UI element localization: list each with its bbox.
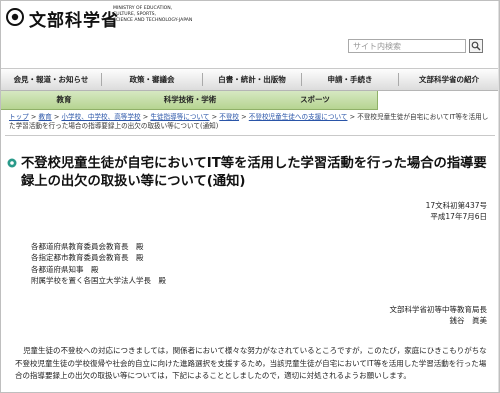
tab-education[interactable]: 教育	[1, 91, 127, 109]
gnav-item-policy[interactable]: 政策・審議会	[102, 69, 202, 90]
addressee-item: 各都道府県教育委員会教育長 殿	[31, 242, 144, 251]
breadcrumb-separator: >	[349, 113, 356, 121]
sender-organization: 文部科学省初等中等教育局長	[389, 305, 488, 314]
breadcrumb-separator: >	[30, 113, 37, 121]
breadcrumb-link-support[interactable]: 不登校児童生徒への支援について	[249, 113, 348, 121]
gnav-item-about[interactable]: 文部科学省の紹介	[399, 69, 499, 90]
page-title: 不登校児童生徒が自宅においてIT等を活用した学習活動を行った場合の指導要録上の出…	[21, 156, 487, 189]
site-search-input[interactable]: サイト内検索	[348, 39, 466, 53]
tab-sports[interactable]: スポーツ	[253, 91, 377, 109]
ministry-emblem-icon[interactable]	[6, 8, 24, 26]
gnav-item-press[interactable]: 会見・報道・お知らせ	[1, 69, 101, 90]
title-bullet-icon	[7, 158, 17, 168]
breadcrumb-link-top[interactable]: トップ	[9, 113, 29, 121]
breadcrumb-link-schools[interactable]: 小学校、中学校、高等学校	[61, 113, 140, 121]
sender-name: 銭谷 眞美	[449, 316, 488, 326]
global-nav: 会見・報道・お知らせ 政策・審議会 白書・統計・出版物 申請・手続き 文部科学省…	[1, 68, 499, 91]
addressee-item: 附属学校を置く各国立大学法人学長 殿	[31, 276, 166, 286]
browser-page: 文部科学省 MINISTRY OF EDUCATION, CULTURE, SP…	[0, 0, 500, 393]
document-number: 17文科初第437号	[425, 201, 487, 210]
gnav-item-applications[interactable]: 申請・手続き	[302, 69, 398, 90]
addressee-list: 各都道府県教育委員会教育長 殿 各指定都市教育委員会教育長 殿 各都道府県知事 …	[31, 241, 166, 287]
document-meta: 17文科初第437号 平成17年7月6日	[426, 200, 487, 222]
title-block: 不登校児童生徒が自宅においてIT等を活用した学習活動を行った場合の指導要録上の出…	[7, 155, 491, 191]
search-icon	[471, 41, 481, 51]
breadcrumb: トップ > 教育 > 小学校、中学校、高等学校 > 生徒指導等について > 不登…	[9, 113, 491, 131]
logo-sub-line: SCIENCE AND TECHNOLOGY-JAPAN	[113, 17, 193, 23]
tab-current[interactable]	[377, 91, 499, 110]
divider	[5, 135, 495, 136]
tab-science[interactable]: 科学技術・学術	[127, 91, 253, 109]
scrollbar[interactable]	[498, 1, 499, 392]
addressee-item: 各都道府県知事 殿	[31, 264, 99, 274]
search-button[interactable]	[469, 39, 483, 53]
body-paragraph: 児童生徒の不登校への対応につきましては，関係者において様々な努力がなされていると…	[15, 346, 487, 381]
gnav-item-publications[interactable]: 白書・統計・出版物	[203, 69, 301, 90]
breadcrumb-separator: >	[53, 113, 60, 121]
breadcrumb-link-education[interactable]: 教育	[39, 113, 52, 121]
breadcrumb-separator: >	[241, 113, 247, 121]
document-date: 平成17年7月6日	[430, 212, 487, 221]
sender-block: 文部科学省初等中等教育局長 銭谷 眞美	[390, 304, 488, 327]
site-logo-subtitle: MINISTRY OF EDUCATION, CULTURE, SPORTS, …	[113, 6, 195, 23]
site-logo[interactable]: 文部科学省	[29, 6, 119, 31]
breadcrumb-separator: >	[142, 113, 149, 121]
addressee-item: 各指定都市教育委員会教育長 殿	[31, 253, 144, 263]
site-header: 文部科学省 MINISTRY OF EDUCATION, CULTURE, SP…	[1, 1, 499, 66]
breadcrumb-link-truancy[interactable]: 不登校	[219, 113, 239, 121]
category-nav: 教育 科学技術・学術 スポーツ	[1, 91, 499, 110]
breadcrumb-link-guidance[interactable]: 生徒指導等について	[150, 113, 209, 121]
breadcrumb-separator: >	[211, 113, 218, 121]
